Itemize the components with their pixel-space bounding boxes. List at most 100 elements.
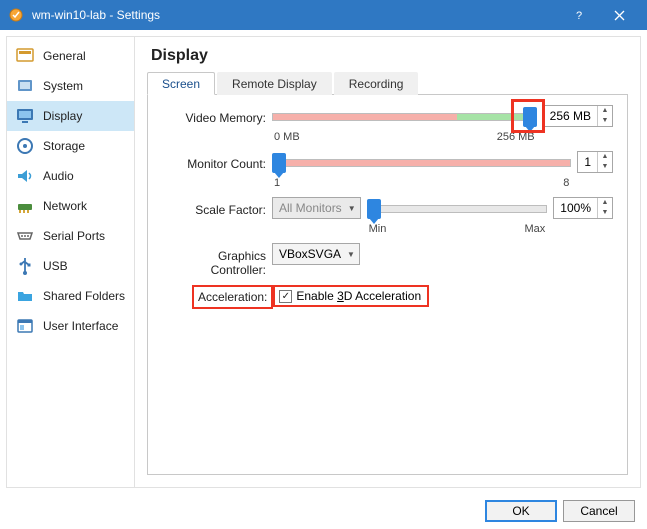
sidebar-item-label: General [43, 49, 86, 63]
audio-icon [15, 166, 35, 186]
monitor-count-slider[interactable] [272, 151, 571, 173]
tab-remote-display[interactable]: Remote Display [217, 72, 332, 95]
sidebar-item-user-interface[interactable]: User Interface [7, 311, 134, 341]
monitor-count-label: Monitor Count: [162, 151, 272, 171]
scale-factor-label: Scale Factor: [162, 197, 272, 217]
help-button[interactable]: ? [559, 0, 599, 30]
scale-factor-monitors-combo[interactable]: All Monitors ▼ [272, 197, 361, 219]
sidebar-item-usb[interactable]: USB [7, 251, 134, 281]
graphics-controller-label: Graphics Controller: [162, 243, 272, 277]
sidebar-item-label: Audio [43, 169, 74, 183]
checkbox-label: Enable 3D Acceleration [296, 289, 421, 303]
sidebar-item-network[interactable]: Network [7, 191, 134, 221]
shared-folders-icon [15, 286, 35, 306]
scale-factor-slider[interactable] [367, 197, 548, 219]
sidebar-item-label: Network [43, 199, 87, 213]
sidebar-item-system[interactable]: System [7, 71, 134, 101]
scale-factor-spinbox[interactable]: 100% ▲▼ [553, 197, 613, 219]
spin-arrows[interactable]: ▲▼ [597, 106, 612, 126]
chevron-down-icon[interactable]: ▼ [598, 208, 612, 218]
settings-main: Display Screen Remote Display Recording … [135, 37, 640, 487]
acceleration-label: Acceleration: [192, 285, 273, 309]
slider-thumb[interactable] [523, 107, 537, 127]
slider-track [272, 159, 571, 167]
tab-screen[interactable]: Screen [147, 72, 215, 95]
row-acceleration: Acceleration: ✓ Enable 3D Acceleration [162, 285, 613, 309]
titlebar: wm-win10-lab - Settings ? [0, 0, 647, 30]
chevron-down-icon: ▼ [348, 204, 356, 213]
sidebar-item-display[interactable]: Display [7, 101, 134, 131]
dialog-body: General System Display Storage Audio Net… [6, 36, 641, 488]
chevron-up-icon[interactable]: ▲ [598, 198, 612, 208]
button-label: OK [512, 504, 529, 518]
video-memory-ticks: 0 MB 256 MB [272, 131, 537, 143]
sidebar-item-label: Shared Folders [43, 289, 125, 303]
video-memory-label: Video Memory: [162, 105, 272, 125]
chevron-down-icon[interactable]: ▼ [598, 116, 612, 126]
sidebar-item-general[interactable]: General [7, 41, 134, 71]
combo-value: VBoxSVGA [279, 247, 341, 261]
tab-label: Screen [162, 77, 200, 91]
spin-arrows[interactable]: ▲▼ [597, 198, 612, 218]
serial-ports-icon [15, 226, 35, 246]
row-scale-factor: Scale Factor: All Monitors ▼ Min Max [162, 197, 613, 235]
row-graphics-controller: Graphics Controller: VBoxSVGA ▼ [162, 243, 613, 277]
sidebar-item-label: Display [43, 109, 82, 123]
sidebar-item-shared-folders[interactable]: Shared Folders [7, 281, 134, 311]
video-memory-spinbox[interactable]: 256 MB ▲▼ [543, 105, 613, 127]
chevron-up-icon[interactable]: ▲ [598, 106, 612, 116]
chevron-up-icon[interactable]: ▲ [598, 152, 612, 162]
settings-sidebar: General System Display Storage Audio Net… [7, 37, 135, 487]
enable-3d-acceleration-checkbox[interactable]: ✓ Enable 3D Acceleration [273, 285, 429, 307]
general-icon [15, 46, 35, 66]
sidebar-item-audio[interactable]: Audio [7, 161, 134, 191]
tick-max: Max [525, 223, 546, 235]
slider-thumb[interactable] [367, 199, 381, 219]
app-icon [8, 7, 24, 23]
system-icon [15, 76, 35, 96]
video-memory-slider[interactable] [272, 105, 537, 127]
help-icon: ? [573, 9, 585, 21]
sidebar-item-label: USB [43, 259, 68, 273]
combo-value: All Monitors [279, 201, 342, 215]
sidebar-item-storage[interactable]: Storage [7, 131, 134, 161]
screen-tab-panel: Video Memory: 0 MB 256 MB [147, 95, 628, 475]
chevron-down-icon[interactable]: ▼ [598, 162, 612, 172]
scale-factor-value: 100% [554, 201, 597, 215]
usb-icon [15, 256, 35, 276]
row-video-memory: Video Memory: 0 MB 256 MB [162, 105, 613, 143]
spin-arrows[interactable]: ▲▼ [597, 152, 612, 172]
tab-label: Recording [349, 77, 404, 91]
row-monitor-count: Monitor Count: 1 8 1 ▲▼ [162, 151, 613, 189]
cancel-button[interactable]: Cancel [563, 500, 635, 522]
display-tabs: Screen Remote Display Recording [147, 71, 628, 95]
page-title: Display [151, 47, 628, 65]
sidebar-item-serial-ports[interactable]: Serial Ports [7, 221, 134, 251]
video-memory-value: 256 MB [544, 109, 597, 123]
sidebar-item-label: Storage [43, 139, 85, 153]
svg-text:?: ? [576, 10, 582, 21]
sidebar-item-label: Serial Ports [43, 229, 105, 243]
tab-label: Remote Display [232, 77, 317, 91]
sidebar-item-label: System [43, 79, 83, 93]
monitor-count-ticks: 1 8 [272, 177, 571, 189]
display-icon [15, 106, 35, 126]
window-title: wm-win10-lab - Settings [32, 8, 559, 22]
slider-thumb[interactable] [272, 153, 286, 173]
tick-min: Min [369, 223, 387, 235]
close-icon [614, 10, 625, 21]
ok-button[interactable]: OK [485, 500, 557, 522]
monitor-count-spinbox[interactable]: 1 ▲▼ [577, 151, 613, 173]
dialog-buttons: OK Cancel [0, 494, 647, 522]
checkbox-box[interactable]: ✓ [279, 290, 292, 303]
close-button[interactable] [599, 0, 639, 30]
slider-track [367, 205, 548, 213]
tick-min: 0 MB [274, 131, 300, 143]
chevron-down-icon: ▼ [347, 250, 355, 259]
tab-recording[interactable]: Recording [334, 72, 419, 95]
button-label: Cancel [580, 504, 617, 518]
user-interface-icon [15, 316, 35, 336]
tick-max: 256 MB [497, 131, 535, 143]
network-icon [15, 196, 35, 216]
graphics-controller-combo[interactable]: VBoxSVGA ▼ [272, 243, 360, 265]
